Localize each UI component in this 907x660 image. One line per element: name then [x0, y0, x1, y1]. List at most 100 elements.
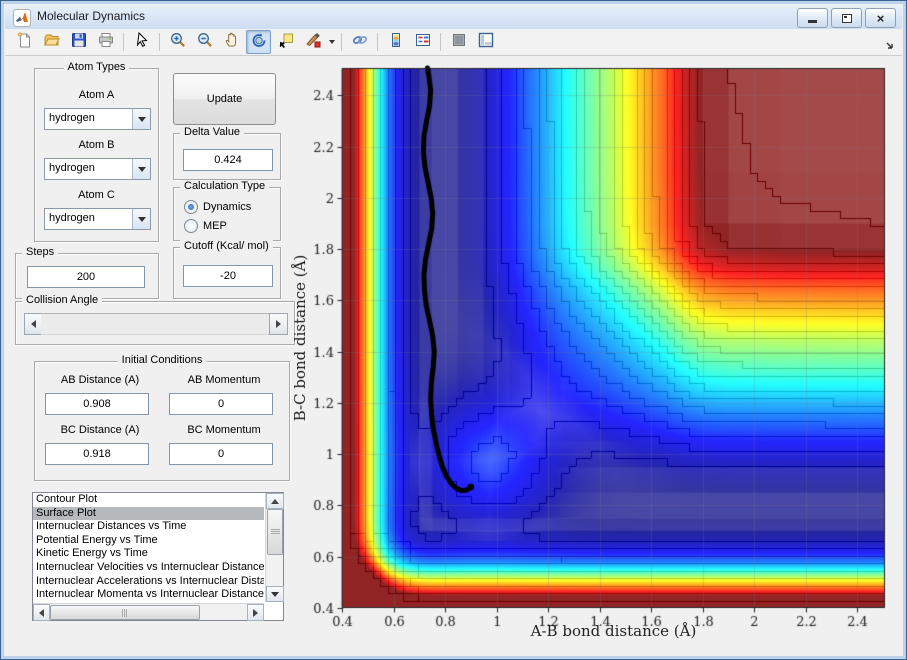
- close-button[interactable]: ×: [865, 8, 896, 28]
- list-item[interactable]: Kinetic Energy vs Time: [33, 547, 264, 561]
- data-cursor-icon: [277, 31, 295, 54]
- delta-value-field[interactable]: 0.424: [183, 149, 273, 171]
- chevron-down-icon: [137, 116, 146, 122]
- insert-colorbar-icon: [387, 31, 405, 54]
- dropdown-button[interactable]: [132, 209, 150, 229]
- slider-right-arrow[interactable]: [269, 313, 288, 335]
- zoom-out-button[interactable]: [192, 30, 217, 54]
- scroll-left-button[interactable]: [33, 604, 50, 621]
- rotate-3d-button[interactable]: [246, 30, 271, 54]
- radio-label: Dynamics: [203, 201, 252, 213]
- plot-type-listbox[interactable]: Contour Plot Surface Plot Internuclear Dis…: [32, 492, 284, 621]
- atom-a-value: hydrogen: [49, 112, 95, 124]
- list-item[interactable]: Internuclear Distances vs Time: [33, 520, 264, 534]
- minimize-icon: [808, 20, 817, 23]
- bc-momentum-label: BC Momentum: [187, 424, 261, 436]
- toolbar-separator: [440, 33, 441, 51]
- vertical-scroll-thumb[interactable]: [267, 509, 283, 555]
- insert-legend-button[interactable]: [410, 30, 435, 54]
- cursor-icon: [133, 31, 151, 54]
- radio-mep[interactable]: MEP: [184, 219, 227, 233]
- toolbar-separator: [123, 33, 124, 51]
- bc-distance-a-field[interactable]: 0.918: [45, 443, 149, 465]
- list-item[interactable]: Internuclear Accelerations vs Internucle…: [33, 575, 264, 589]
- radio-label: MEP: [203, 220, 227, 232]
- radio-dynamics[interactable]: Dynamics: [184, 200, 251, 214]
- print-icon: [97, 31, 115, 54]
- toolbar-overflow-icon[interactable]: [886, 37, 896, 55]
- cursor-button[interactable]: [129, 30, 154, 54]
- open-folder-button[interactable]: [39, 30, 64, 54]
- cutoff-field[interactable]: -20: [183, 265, 273, 287]
- hide-plot-tools-button[interactable]: [446, 30, 471, 54]
- list-item[interactable]: Internuclear Velocities vs Internuclear …: [33, 561, 264, 575]
- brush-button[interactable]: [300, 30, 325, 54]
- new-document-icon: [16, 31, 34, 54]
- pan-button[interactable]: [219, 30, 244, 54]
- listbox-vertical-scrollbar[interactable]: [265, 493, 284, 602]
- left-arrow-icon: [31, 320, 36, 328]
- title-bar[interactable]: Molecular Dynamics ×: [5, 5, 902, 30]
- dropdown-button[interactable]: [132, 109, 150, 129]
- chevron-down-icon: [137, 216, 146, 222]
- atom-a-dropdown[interactable]: hydrogen: [44, 108, 151, 130]
- list-item[interactable]: Contour Plot: [33, 493, 264, 507]
- bc-momentum-field[interactable]: 0: [169, 443, 273, 465]
- horizontal-scroll-thumb[interactable]: [50, 605, 200, 620]
- restore-button[interactable]: [831, 8, 862, 28]
- right-arrow-icon: [276, 320, 281, 328]
- print-button[interactable]: [93, 30, 118, 54]
- atom-types-title: Atom Types: [63, 61, 130, 73]
- atom-b-label: Atom B: [78, 139, 115, 151]
- surface-plot-canvas[interactable]: [301, 56, 901, 656]
- left-arrow-icon: [39, 608, 44, 617]
- show-plot-tools-button[interactable]: [473, 30, 498, 54]
- atom-types-panel: Atom Types Atom A hydrogen Atom B hydrogen A…: [34, 61, 159, 242]
- steps-field[interactable]: 200: [27, 266, 145, 288]
- atom-a-label: Atom A: [78, 89, 115, 101]
- atom-c-dropdown[interactable]: hydrogen: [44, 208, 151, 230]
- chevron-down-icon: [137, 166, 146, 172]
- link-plot-button[interactable]: [347, 30, 372, 54]
- minimize-button[interactable]: [797, 8, 828, 28]
- brush-dropdown-caret[interactable]: [326, 31, 337, 53]
- cutoff-panel: Cutoff (Kcal/ mol) -20: [173, 240, 281, 299]
- up-arrow-icon: [271, 498, 279, 504]
- rotate-3d-icon: [250, 31, 268, 54]
- list-item[interactable]: Internuclear Momenta vs Internuclear Dis…: [33, 588, 264, 602]
- ab-momentum-field[interactable]: 0: [169, 393, 273, 415]
- toolbar-separator: [159, 33, 160, 51]
- insert-colorbar-button[interactable]: [383, 30, 408, 54]
- insert-legend-icon: [414, 31, 432, 54]
- zoom-in-button[interactable]: [165, 30, 190, 54]
- steps-panel: Steps 200: [15, 246, 159, 299]
- window-title: Molecular Dynamics: [37, 9, 146, 23]
- x-axis-label: A-B bond distance (Å): [530, 622, 697, 640]
- update-button[interactable]: Update: [173, 73, 276, 125]
- data-cursor-button[interactable]: [273, 30, 298, 54]
- new-document-button[interactable]: [12, 30, 37, 54]
- scroll-down-button[interactable]: [266, 586, 284, 602]
- hide-plot-tools-icon: [450, 31, 468, 54]
- scroll-up-button[interactable]: [266, 493, 284, 509]
- collision-angle-slider[interactable]: [41, 313, 269, 335]
- dropdown-button[interactable]: [132, 159, 150, 179]
- close-icon: ×: [876, 10, 885, 26]
- atom-b-value: hydrogen: [49, 162, 95, 174]
- listbox-horizontal-scrollbar[interactable]: [33, 603, 264, 621]
- scroll-right-button[interactable]: [247, 604, 264, 621]
- calculation-type-panel: Calculation Type Dynamics MEP: [173, 180, 281, 241]
- zoom-out-icon: [196, 31, 214, 54]
- figure-toolbar: [5, 29, 902, 56]
- ab-distance-a-field[interactable]: 0.908: [45, 393, 149, 415]
- list-item[interactable]: Potential Energy vs Time: [33, 534, 264, 548]
- pan-icon: [223, 31, 241, 54]
- save-button[interactable]: [66, 30, 91, 54]
- show-plot-tools-icon: [477, 31, 495, 54]
- list-item[interactable]: Surface Plot: [33, 506, 264, 521]
- y-axis-label: B-C bond distance (Å): [291, 254, 309, 422]
- down-arrow-icon: [271, 591, 279, 597]
- atom-c-label: Atom C: [78, 189, 115, 201]
- atom-b-dropdown[interactable]: hydrogen: [44, 158, 151, 180]
- radio-icon: [184, 200, 198, 214]
